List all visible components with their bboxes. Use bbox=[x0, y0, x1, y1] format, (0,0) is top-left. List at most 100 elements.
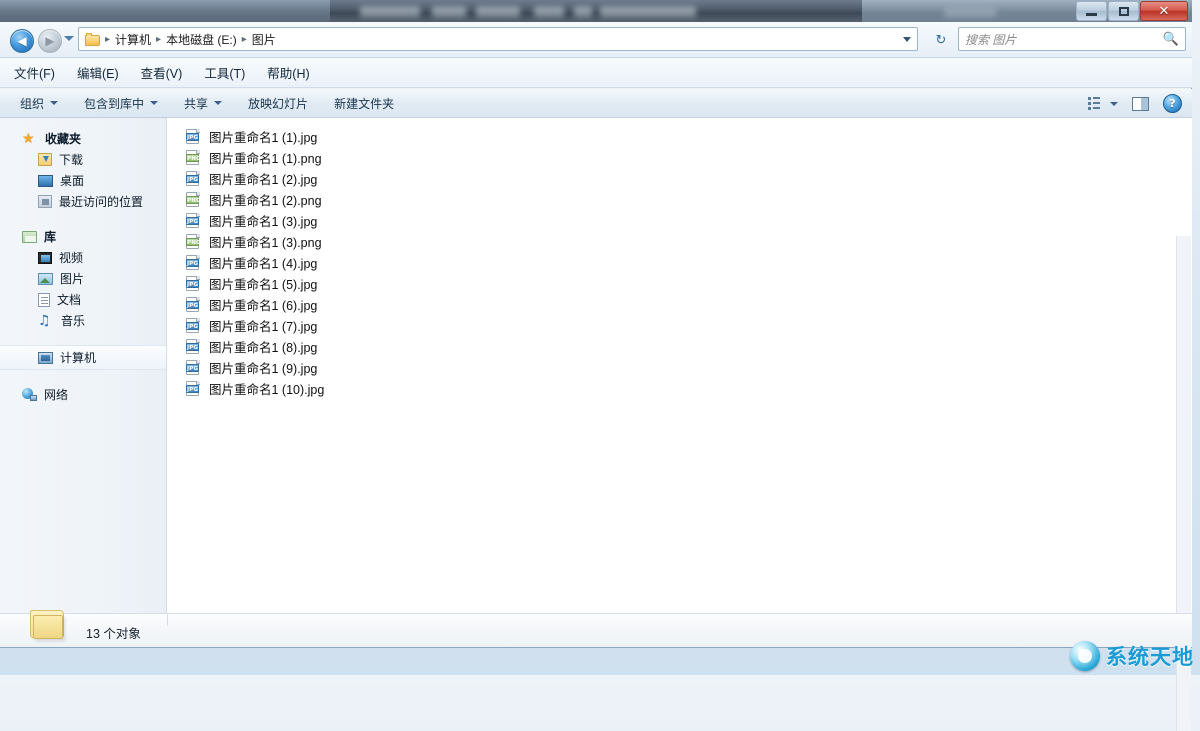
search-box[interactable]: 搜索 图片 🔍 bbox=[958, 27, 1186, 51]
view-dropdown-icon[interactable] bbox=[1110, 102, 1118, 106]
title-blur-4 bbox=[534, 6, 564, 17]
sidebar-item-computer[interactable]: 计算机 bbox=[0, 345, 166, 370]
sidebar-item-music[interactable]: ♫ 音乐 bbox=[0, 310, 166, 331]
title-bar[interactable]: ✕ bbox=[0, 0, 1192, 22]
chevron-down-icon bbox=[150, 101, 158, 105]
jpg-file-icon: JPG bbox=[186, 213, 201, 228]
toolbar-right-group: ? bbox=[1088, 89, 1182, 118]
menu-item-file[interactable]: 文件(F) bbox=[14, 63, 55, 82]
menu-item-view[interactable]: 查看(V) bbox=[141, 63, 183, 82]
explorer-body: ★ 收藏夹 下载 桌面 最近访问的位置 bbox=[0, 118, 1192, 613]
title-blur-7 bbox=[944, 8, 996, 17]
toolbar-share-button[interactable]: 共享 bbox=[184, 95, 222, 112]
sidebar-item-network[interactable]: 网络 bbox=[0, 384, 166, 405]
title-bar-left-overlay bbox=[0, 0, 330, 22]
breadcrumb-item-computer[interactable]: 计算机 bbox=[112, 31, 154, 48]
address-dropdown-icon[interactable] bbox=[903, 37, 911, 42]
music-icon: ♫ bbox=[38, 314, 54, 328]
sidebar-item-pictures[interactable]: 图片 bbox=[0, 268, 166, 289]
sidebar-label-downloads: 下载 bbox=[59, 151, 83, 168]
nav-group-network: 网络 bbox=[0, 384, 166, 405]
back-button[interactable]: ◀ bbox=[10, 29, 34, 53]
file-name: 图片重命名1 (4).jpg bbox=[209, 253, 317, 272]
png-file-icon: PNG bbox=[186, 150, 201, 165]
sidebar-item-videos[interactable]: 视频 bbox=[0, 247, 166, 268]
sidebar-label-computer: 计算机 bbox=[60, 349, 96, 366]
breadcrumb-item-drive[interactable]: 本地磁盘 (E:) bbox=[163, 31, 240, 48]
menu-item-edit[interactable]: 编辑(E) bbox=[77, 63, 119, 82]
navigation-pane: ★ 收藏夹 下载 桌面 最近访问的位置 bbox=[0, 118, 167, 613]
menu-item-help[interactable]: 帮助(H) bbox=[267, 63, 309, 82]
list-item[interactable]: PNG 图片重命名1 (1).png bbox=[167, 147, 1192, 168]
list-item[interactable]: JPG 图片重命名1 (5).jpg bbox=[167, 273, 1192, 294]
list-item[interactable]: JPG 图片重命名1 (10).jpg bbox=[167, 378, 1192, 399]
list-item[interactable]: JPG 图片重命名1 (1).jpg bbox=[167, 126, 1192, 147]
toolbar-include-in-library-button[interactable]: 包含到库中 bbox=[84, 95, 158, 112]
list-item[interactable]: JPG 图片重命名1 (3).jpg bbox=[167, 210, 1192, 231]
view-options-icon[interactable] bbox=[1088, 97, 1104, 110]
refresh-button[interactable]: ↻ bbox=[930, 29, 952, 51]
status-bar-divider bbox=[167, 614, 168, 626]
desktop-background: ✕ ◀ ▶ ▸ 计算机 ▸ 本地磁盘 (E:) ▸ 图片 bbox=[0, 0, 1200, 675]
sidebar-item-recent-places[interactable]: 最近访问的位置 bbox=[0, 191, 166, 212]
window-controls: ✕ bbox=[1076, 1, 1188, 21]
help-button[interactable]: ? bbox=[1163, 94, 1182, 113]
list-item[interactable]: JPG 图片重命名1 (2).jpg bbox=[167, 168, 1192, 189]
search-input[interactable]: 搜索 图片 bbox=[965, 31, 1163, 48]
computer-icon bbox=[38, 352, 53, 364]
list-item[interactable]: JPG 图片重命名1 (6).jpg bbox=[167, 294, 1192, 315]
list-item[interactable]: JPG 图片重命名1 (7).jpg bbox=[167, 315, 1192, 336]
sidebar-label-videos: 视频 bbox=[59, 249, 83, 266]
toolbar-organize-label: 组织 bbox=[20, 95, 44, 112]
sidebar-label-network: 网络 bbox=[44, 386, 68, 403]
preview-pane-icon[interactable] bbox=[1132, 97, 1149, 111]
close-icon: ✕ bbox=[1159, 5, 1170, 18]
jpg-badge: JPG bbox=[186, 133, 199, 141]
sidebar-label-favorites: 收藏夹 bbox=[45, 130, 81, 147]
breadcrumb-item-pictures[interactable]: 图片 bbox=[249, 31, 279, 48]
jpg-file-icon: JPG bbox=[186, 297, 201, 312]
desktop-icon bbox=[38, 175, 53, 187]
breadcrumb-separator-2[interactable]: ▸ bbox=[240, 34, 249, 45]
maximize-button[interactable] bbox=[1108, 1, 1139, 21]
toolbar-organize-button[interactable]: 组织 bbox=[20, 95, 58, 112]
title-blur-5 bbox=[574, 6, 592, 17]
jpg-badge: JPG bbox=[186, 322, 199, 330]
list-item[interactable]: JPG 图片重命名1 (4).jpg bbox=[167, 252, 1192, 273]
toolbar-new-folder-button[interactable]: 新建文件夹 bbox=[334, 95, 394, 112]
sidebar-item-downloads[interactable]: 下载 bbox=[0, 149, 166, 170]
toolbar-slideshow-button[interactable]: 放映幻灯片 bbox=[248, 95, 308, 112]
close-button[interactable]: ✕ bbox=[1140, 1, 1188, 21]
chevron-down-icon bbox=[214, 101, 222, 105]
chevron-down-icon bbox=[50, 101, 58, 105]
file-name: 图片重命名1 (5).jpg bbox=[209, 274, 317, 293]
jpg-badge: JPG bbox=[186, 280, 199, 288]
list-item[interactable]: PNG 图片重命名1 (2).png bbox=[167, 189, 1192, 210]
breadcrumb-separator-0[interactable]: ▸ bbox=[103, 34, 112, 45]
sidebar-item-desktop[interactable]: 桌面 bbox=[0, 170, 166, 191]
sidebar-item-favorites[interactable]: ★ 收藏夹 bbox=[0, 128, 166, 149]
library-icon bbox=[22, 231, 37, 243]
list-item[interactable]: JPG 图片重命名1 (8).jpg bbox=[167, 336, 1192, 357]
sidebar-label-libraries: 库 bbox=[44, 228, 56, 245]
png-badge: PNG bbox=[186, 154, 199, 162]
sidebar-item-libraries[interactable]: 库 bbox=[0, 226, 166, 247]
jpg-badge: JPG bbox=[186, 175, 199, 183]
jpg-file-icon: JPG bbox=[186, 318, 201, 333]
list-item[interactable]: JPG 图片重命名1 (9).jpg bbox=[167, 357, 1192, 378]
list-item[interactable]: PNG 图片重命名1 (3).png bbox=[167, 231, 1192, 252]
png-badge: PNG bbox=[186, 238, 199, 246]
file-name: 图片重命名1 (1).jpg bbox=[209, 127, 317, 146]
forward-button[interactable]: ▶ bbox=[38, 29, 62, 53]
breadcrumb-separator-1[interactable]: ▸ bbox=[154, 34, 163, 45]
jpg-badge: JPG bbox=[186, 301, 199, 309]
history-dropdown-icon[interactable] bbox=[64, 36, 74, 41]
jpg-badge: JPG bbox=[186, 217, 199, 225]
file-list[interactable]: JPG 图片重命名1 (1).jpg PNG 图片重命名1 (1).png JP… bbox=[167, 118, 1192, 621]
address-bar[interactable]: ▸ 计算机 ▸ 本地磁盘 (E:) ▸ 图片 bbox=[78, 27, 918, 51]
sidebar-item-documents[interactable]: 文档 bbox=[0, 289, 166, 310]
menu-item-tools[interactable]: 工具(T) bbox=[204, 63, 245, 82]
jpg-file-icon: JPG bbox=[186, 255, 201, 270]
jpg-file-icon: JPG bbox=[186, 339, 201, 354]
minimize-button[interactable] bbox=[1076, 1, 1107, 21]
